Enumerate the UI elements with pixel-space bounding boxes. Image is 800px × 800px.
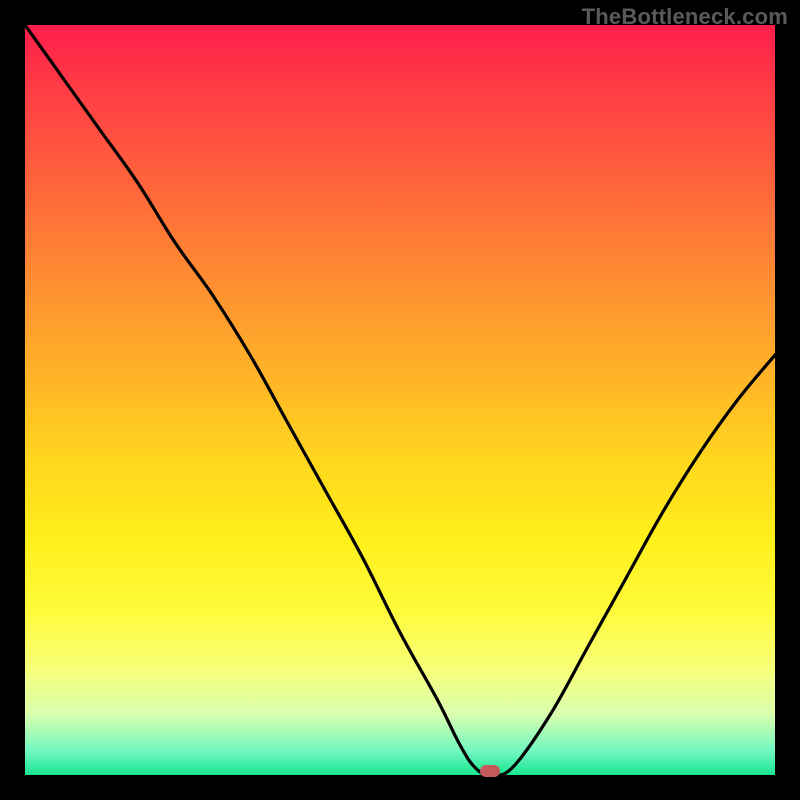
watermark-text: TheBottleneck.com xyxy=(582,4,788,30)
curve-path xyxy=(25,25,775,775)
optimal-point-marker xyxy=(480,765,500,777)
bottleneck-curve xyxy=(25,25,775,775)
chart-frame: TheBottleneck.com xyxy=(0,0,800,800)
plot-area xyxy=(25,25,775,775)
